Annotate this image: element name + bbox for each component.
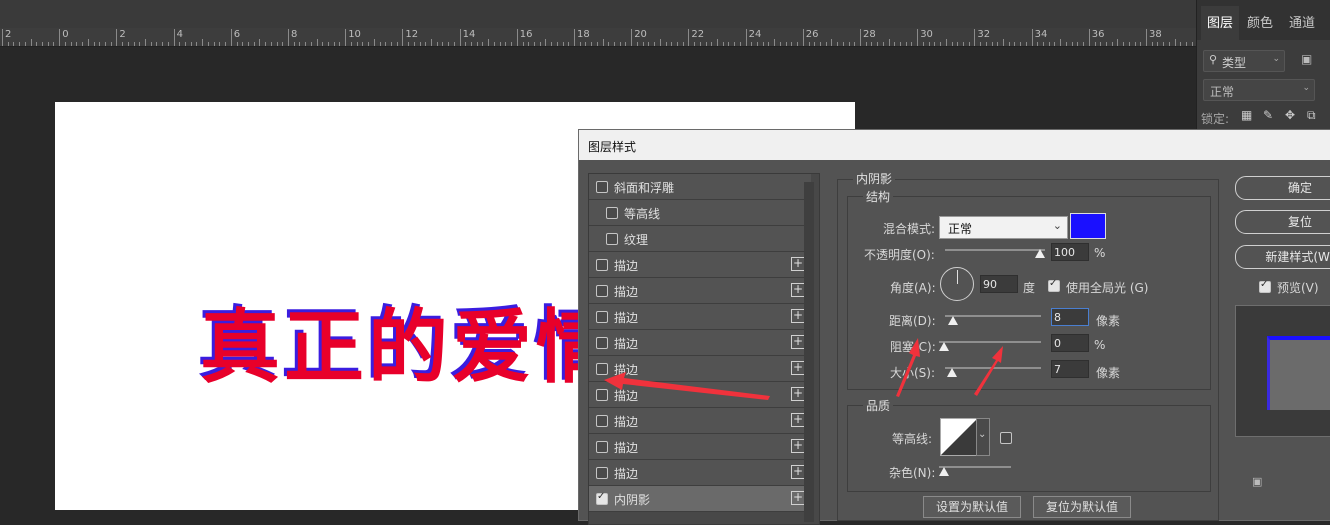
annotation-arrow-2 — [896, 338, 920, 397]
annotation-overlay — [604, 338, 1003, 400]
annotation-arrow-1 — [604, 372, 770, 400]
annotation-arrow-3 — [974, 346, 1003, 396]
